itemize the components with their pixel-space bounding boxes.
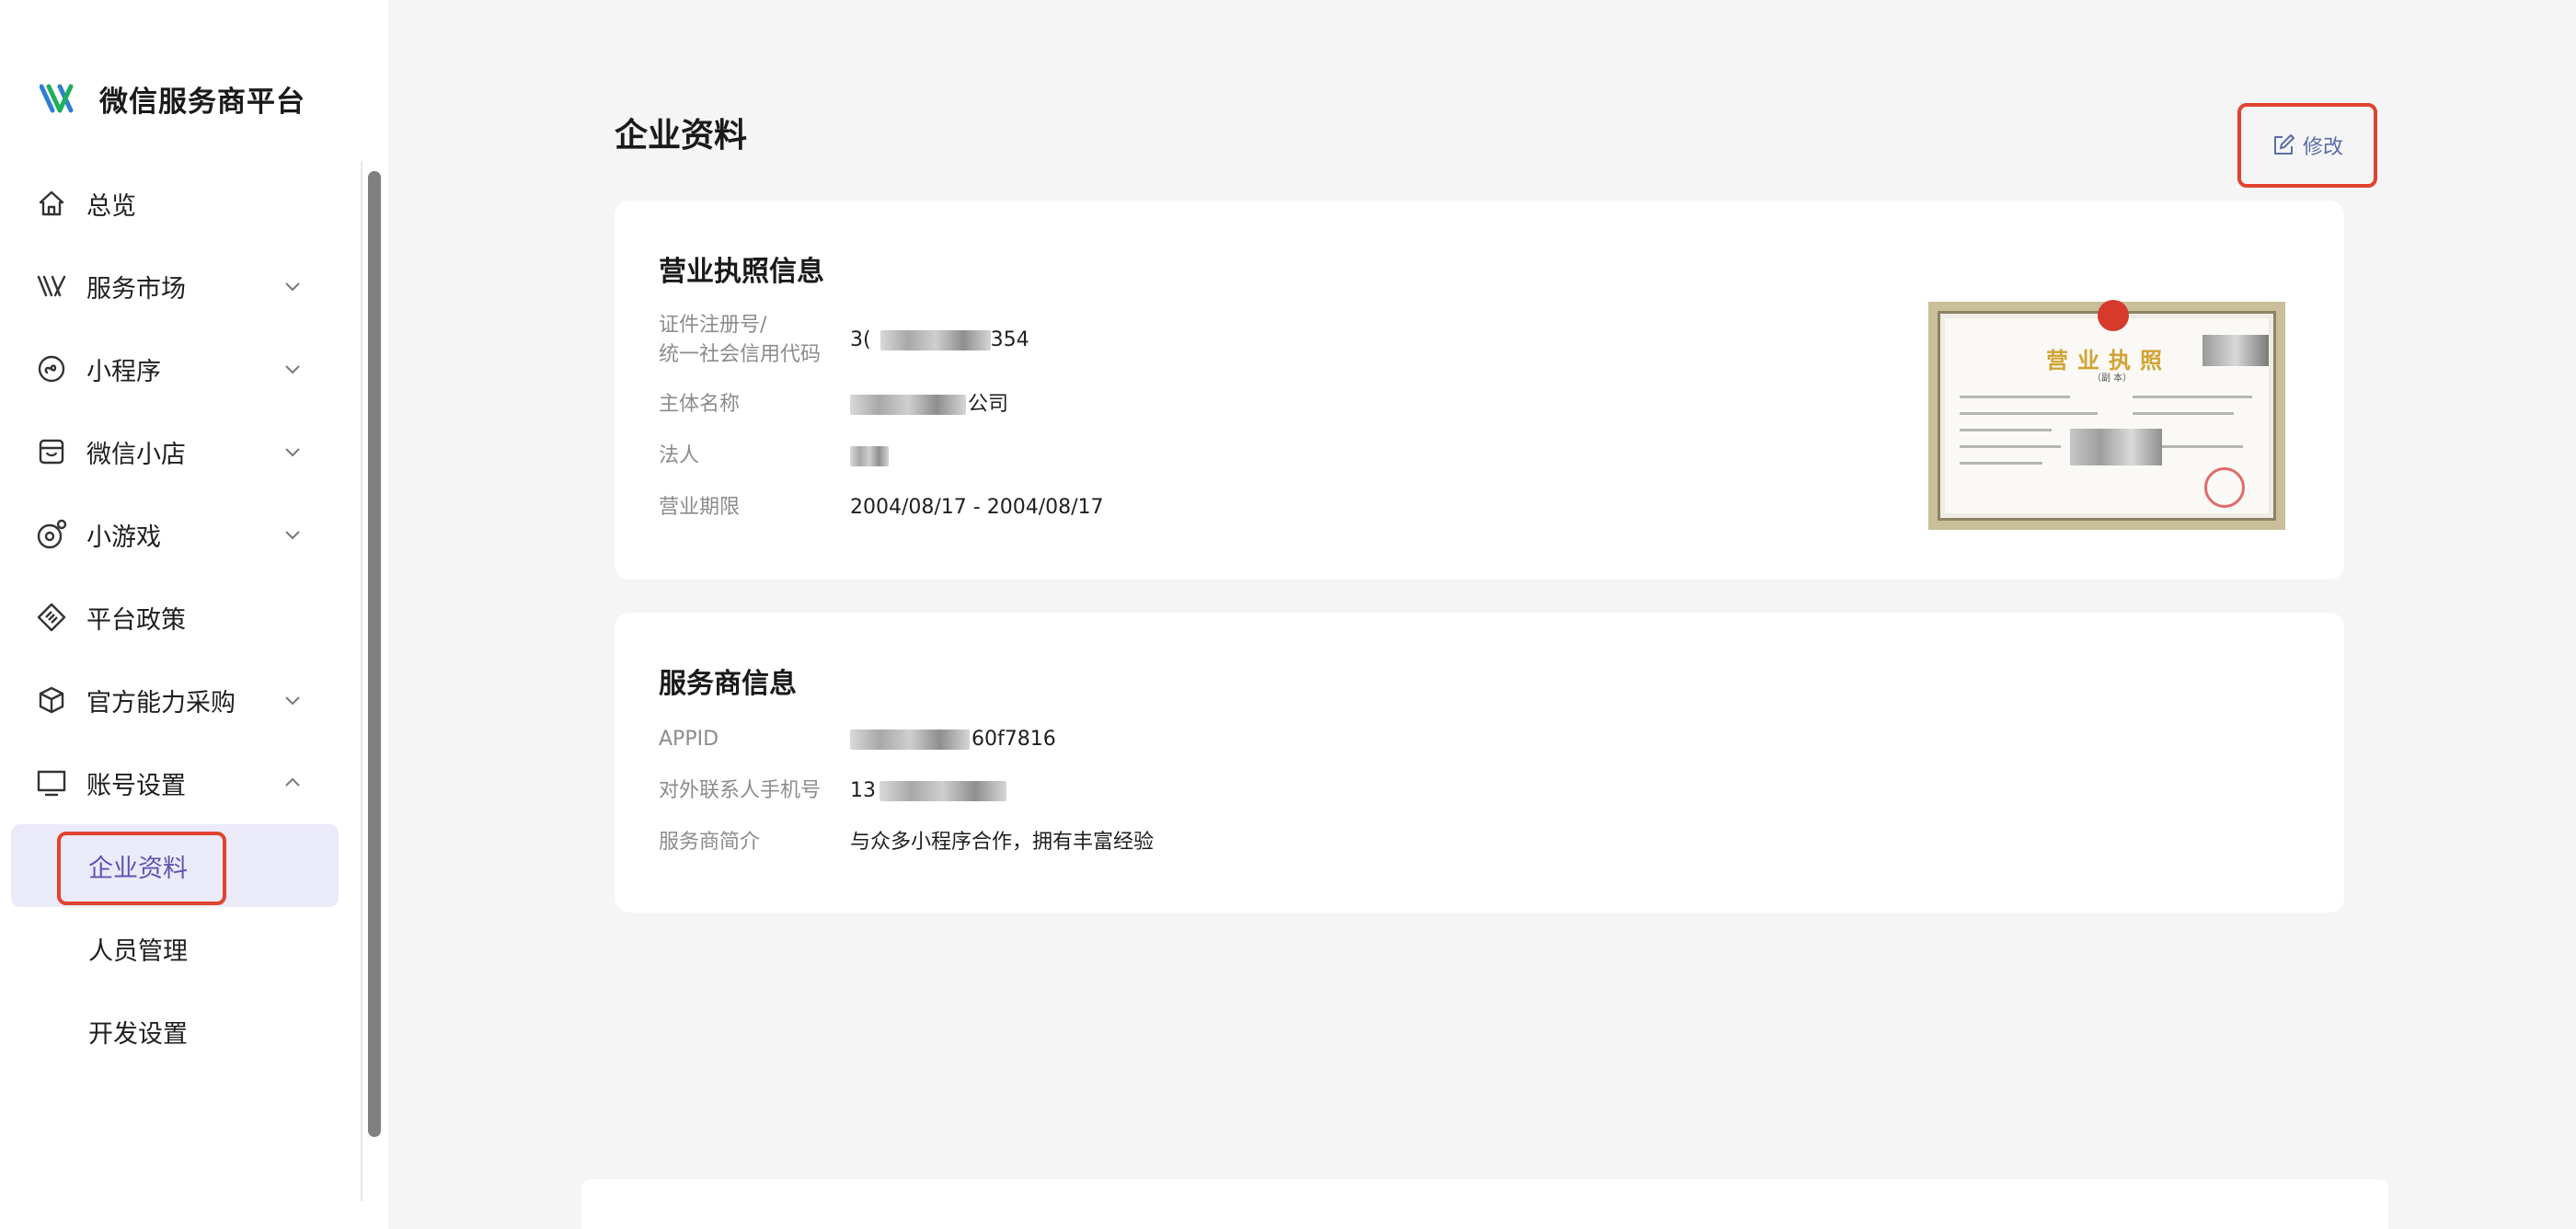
- chevron-down-icon: [285, 531, 300, 540]
- wechat-service-logo-icon: [37, 77, 79, 120]
- text-line: [2133, 396, 2252, 398]
- scrollbar-thumb[interactable]: [368, 171, 381, 1137]
- brand[interactable]: 微信服务商平台: [37, 75, 305, 121]
- sidebar-subitem-label: 人员管理: [88, 936, 188, 966]
- field-value-contact-phone: 13: [850, 776, 1006, 806]
- mini-program-icon: [35, 352, 68, 385]
- policy-icon: [35, 601, 68, 634]
- text-line: [1960, 445, 2061, 448]
- field-value-provider-intro: 与众多小程序合作，拥有丰富经验: [850, 831, 1155, 854]
- sidebar-subitem-label: 开发设置: [88, 1019, 188, 1049]
- sidebar-item-overview[interactable]: 总览: [0, 162, 361, 245]
- field-value-registration-number: 3(354: [850, 328, 1029, 351]
- card-title: 营业执照信息: [659, 256, 824, 288]
- home-icon: [35, 187, 68, 220]
- edit-button[interactable]: 修改: [2237, 103, 2377, 188]
- business-license-image[interactable]: 营业执照 （副 本）: [1928, 300, 2285, 530]
- field-value-appid: 60f7816: [850, 725, 1056, 754]
- bottom-card-partial: [581, 1179, 2388, 1229]
- sidebar-item-label: 平台政策: [86, 605, 186, 635]
- text-line: [1960, 412, 2098, 415]
- sidebar-subitem-company-info[interactable]: 企业资料: [11, 824, 339, 907]
- field-label-legal-person: 法人: [659, 444, 700, 467]
- field-label-business-term: 营业期限: [659, 496, 741, 519]
- field-value-business-term: 2004/08/17 - 2004/08/17: [850, 496, 1104, 519]
- market-icon: [35, 270, 68, 303]
- card-title: 服务商信息: [659, 668, 797, 700]
- sidebar-subitem-staff-management[interactable]: 人员管理: [0, 907, 361, 990]
- official-stamp-icon: [2204, 467, 2245, 508]
- sidebar-item-label: 小游戏: [86, 523, 161, 552]
- text-line: [1960, 462, 2042, 465]
- monitor-icon: [35, 766, 68, 799]
- sidebar-item-wechat-shop[interactable]: 微信小店: [0, 410, 361, 493]
- sidebar-item-label: 官方能力采购: [86, 688, 236, 718]
- chevron-down-icon: [285, 365, 300, 374]
- sidebar-subitem-dev-settings[interactable]: 开发设置: [0, 990, 361, 1073]
- business-license-card: 营业执照信息 证件注册号/ 统一社会信用代码 3(354 主体名称 公司 法人 …: [615, 201, 2344, 580]
- field-label-appid: APPID: [659, 728, 719, 751]
- game-icon: [35, 518, 68, 551]
- sidebar-nav: 总览 服务市场 小程序 微信小店 小游戏 平台政策 官方能力采购 账号设置 企业…: [0, 162, 361, 1073]
- sidebar-item-label: 微信小店: [86, 440, 186, 469]
- field-value-legal-person: [850, 442, 889, 471]
- sidebar-item-account-settings[interactable]: 账号设置: [0, 741, 361, 824]
- national-emblem-icon: [2098, 300, 2129, 331]
- page-title: 企业资料: [615, 117, 748, 155]
- sidebar-item-label: 总览: [86, 191, 136, 221]
- sidebar-item-service-market[interactable]: 服务市场: [0, 245, 361, 327]
- field-label-registration-number: 证件注册号/ 统一社会信用代码: [659, 314, 822, 366]
- box-icon: [35, 683, 68, 717]
- highlight-box: [57, 832, 226, 905]
- brand-title: 微信服务商平台: [99, 85, 305, 119]
- edit-button-label: 修改: [2302, 136, 2343, 159]
- sidebar-item-mini-game[interactable]: 小游戏: [0, 493, 361, 576]
- text-line: [1960, 429, 2052, 431]
- shop-icon: [35, 435, 68, 468]
- text-line: [2133, 412, 2234, 415]
- field-label-contact-phone: 对外联系人手机号: [659, 779, 822, 802]
- text-line: [1960, 396, 2070, 398]
- sidebar-item-platform-policy[interactable]: 平台政策: [0, 576, 361, 659]
- sidebar-item-mini-program[interactable]: 小程序: [0, 327, 361, 410]
- sidebar-item-label: 账号设置: [86, 771, 186, 800]
- sidebar-item-label: 小程序: [86, 357, 161, 386]
- qr-code-redacted: [2202, 335, 2269, 366]
- chevron-down-icon: [285, 282, 300, 292]
- edit-icon: [2273, 134, 2294, 155]
- license-image-subtitle: （副 本）: [2092, 373, 2133, 384]
- sidebar-item-official-purchase[interactable]: 官方能力采购: [0, 659, 361, 741]
- chevron-down-icon: [285, 448, 300, 457]
- redacted-area: [2070, 429, 2162, 465]
- field-value-entity-name: 公司: [850, 390, 1008, 419]
- field-label-provider-intro: 服务商简介: [659, 831, 761, 854]
- chevron-down-icon: [285, 696, 300, 706]
- field-label-entity-name: 主体名称: [659, 393, 741, 416]
- sidebar: 微信服务商平台 总览 服务市场 小程序 微信小店 小游戏 平台政策 官方能力采购…: [0, 0, 388, 1229]
- service-provider-card: 服务商信息 APPID 60f7816 对外联系人手机号 13 服务商简介 与众…: [615, 613, 2344, 913]
- chevron-up-icon: [285, 777, 300, 787]
- scrollbar-track: [361, 162, 362, 1201]
- sidebar-item-label: 服务市场: [86, 274, 186, 304]
